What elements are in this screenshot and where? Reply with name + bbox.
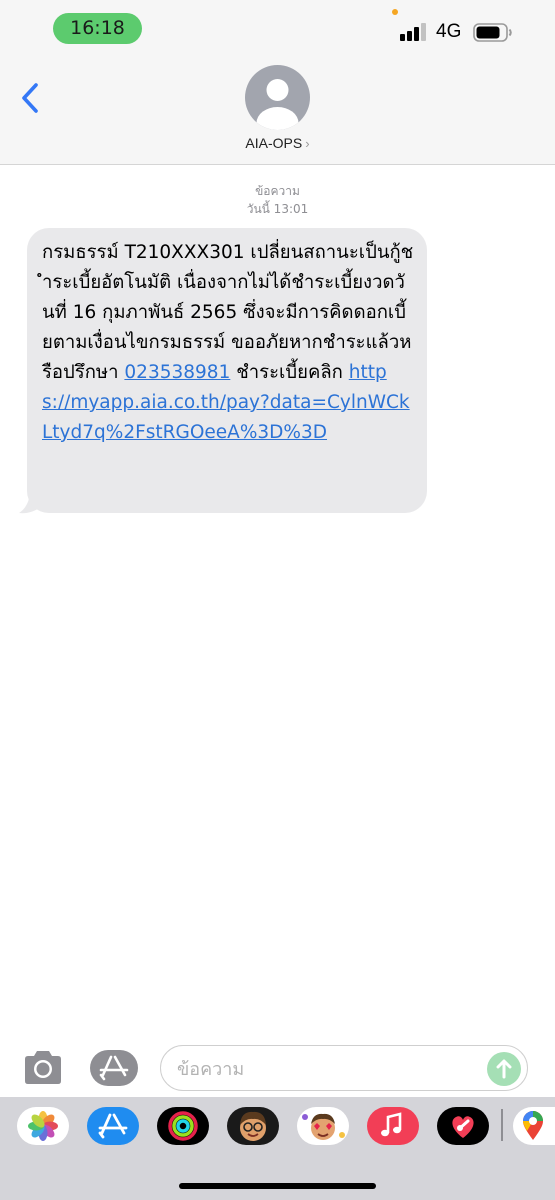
memoji-stickers-icon bbox=[297, 1107, 349, 1145]
contact-name-label: AIA-OPS bbox=[245, 135, 303, 151]
conversation-header: 16:18 4G AIA-OPS › bbox=[0, 0, 555, 165]
maps-app[interactable] bbox=[513, 1107, 555, 1145]
status-time: 16:18 bbox=[53, 13, 142, 44]
memoji-stickers-app[interactable] bbox=[297, 1107, 349, 1145]
app-store-icon bbox=[90, 1050, 138, 1086]
message-meta: ข้อความ วันนี้ 13:01 bbox=[0, 182, 555, 218]
cellular-signal-icon bbox=[400, 23, 430, 41]
incoming-message-bubble[interactable]: กรมธรรม์ T210XXX301 เปลี่ยนสถานะเป็นกู้ช… bbox=[27, 228, 427, 513]
app-store-app[interactable] bbox=[87, 1107, 139, 1145]
music-app[interactable] bbox=[367, 1107, 419, 1145]
battery-icon bbox=[473, 23, 512, 42]
app-store-button[interactable] bbox=[88, 1049, 140, 1087]
digital-touch-app[interactable] bbox=[437, 1107, 489, 1145]
message-text-pay: ชำระเบี้ยคลิก bbox=[230, 362, 349, 383]
chevron-right-icon: › bbox=[305, 136, 310, 151]
home-indicator[interactable] bbox=[179, 1183, 376, 1189]
send-arrow-icon[interactable] bbox=[487, 1052, 521, 1086]
message-input-field[interactable] bbox=[160, 1045, 528, 1091]
photos-icon bbox=[17, 1107, 69, 1145]
music-icon bbox=[367, 1107, 419, 1145]
activity-app[interactable] bbox=[157, 1107, 209, 1145]
app-drawer-divider bbox=[501, 1109, 503, 1141]
service-label: ข้อความ bbox=[255, 184, 300, 198]
message-timestamp: วันนี้ 13:01 bbox=[246, 202, 309, 216]
phone-number-link[interactable]: 023538981 bbox=[124, 362, 230, 383]
contact-avatar[interactable] bbox=[245, 65, 310, 130]
app-store-icon bbox=[87, 1107, 139, 1145]
chevron-left-icon[interactable] bbox=[18, 82, 42, 114]
digital-touch-icon bbox=[437, 1107, 489, 1145]
message-input[interactable] bbox=[175, 1054, 479, 1084]
memoji-app[interactable] bbox=[227, 1107, 279, 1145]
camera-icon[interactable] bbox=[21, 1050, 65, 1086]
privacy-indicator-dot bbox=[392, 9, 398, 15]
activity-icon bbox=[157, 1107, 209, 1145]
memoji-icon bbox=[227, 1107, 279, 1145]
maps-icon bbox=[513, 1107, 555, 1145]
photos-app[interactable] bbox=[17, 1107, 69, 1145]
network-type: 4G bbox=[436, 21, 462, 42]
contact-name[interactable]: AIA-OPS › bbox=[0, 135, 555, 151]
